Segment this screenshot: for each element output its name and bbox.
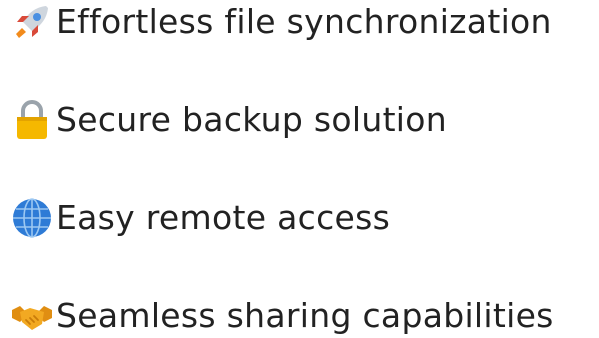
lock-icon xyxy=(10,98,54,142)
feature-label: Seamless sharing capabilities xyxy=(56,296,554,335)
feature-label: Easy remote access xyxy=(56,198,391,237)
feature-item-backup: Secure backup solution xyxy=(10,98,447,142)
feature-item-sharing: Seamless sharing capabilities xyxy=(10,294,554,338)
handshake-icon xyxy=(10,294,54,338)
feature-item-sync: Effortless file synchronization xyxy=(10,0,552,44)
rocket-icon xyxy=(10,0,54,44)
feature-label: Secure backup solution xyxy=(56,100,447,139)
globe-icon xyxy=(10,196,54,240)
feature-label: Effortless file synchronization xyxy=(56,2,552,41)
feature-item-remote: Easy remote access xyxy=(10,196,390,240)
